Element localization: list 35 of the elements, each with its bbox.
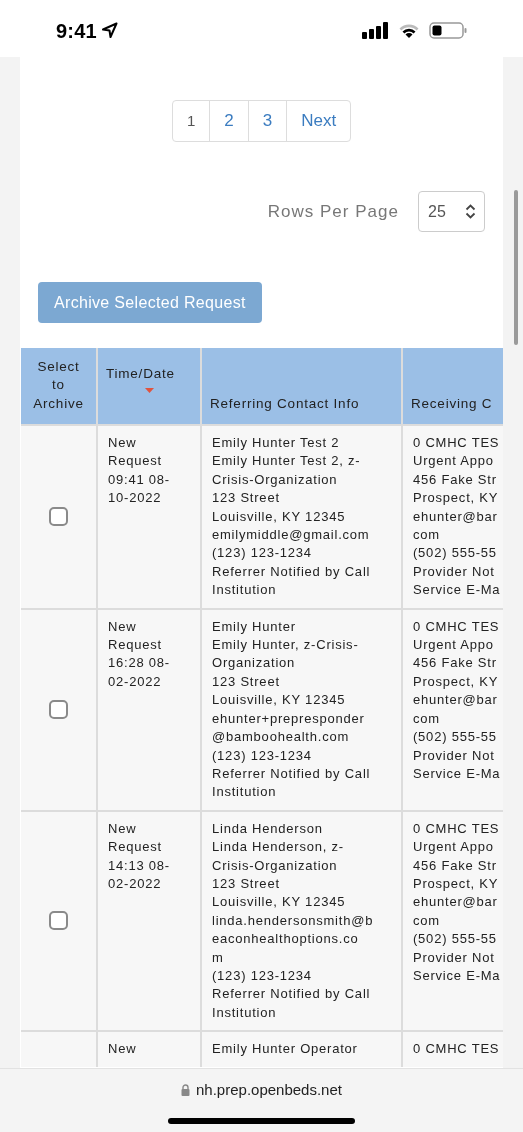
column-header[interactable]: Time/Date (97, 348, 201, 425)
column-header[interactable]: Referring Contact Info (201, 348, 402, 425)
scrollbar[interactable] (514, 190, 518, 345)
column-header[interactable]: Receiving C (402, 348, 503, 425)
referring-contact-text: Emily Hunter Emily Hunter, z-Crisis- Organization 123 Street Louisville, KY 12345 ehunter+prepresponder @bamboohealth.com (123) 123-1234 Referrer Notified by Call Institution (212, 617, 372, 802)
page-link[interactable]: 3 (247, 101, 287, 141)
receiving-contact-text: 0 CMHC TES Urgent Appo 456 Fake Str Prospect, KY ehunter@bar com (502) 555-55 Provider Not Service E-Ma (413, 617, 502, 783)
lock-icon (181, 1084, 190, 1097)
clock-time: 9:41 (56, 18, 97, 44)
rows-per-page-select[interactable]: 25 (418, 191, 485, 232)
time-date-text: New (108, 1040, 138, 1059)
battery-icon (429, 22, 467, 39)
referring-contact-text: Emily Hunter Operator (212, 1040, 359, 1059)
checkbox[interactable] (49, 700, 68, 720)
rows-per-page-label: Rows Per Page (267, 200, 399, 223)
referring-contact-text: Linda Henderson Linda Henderson, z- Crisis-Organization 123 Street Louisville, KY 12345 linda.hendersonsmith@b eaconhealthoptions.co m (123) 123-1234 Referrer Notified by Call Institution (212, 819, 375, 1022)
page-link[interactable]: Next (286, 101, 351, 141)
receiving-contact-text: 0 CMHC TES (413, 1040, 501, 1059)
time-date-text: New Request 14:13 08- 02-2022 (108, 819, 171, 893)
referring-contact-text: Emily Hunter Test 2 Emily Hunter Test 2, z- Crisis-Organization 123 Street Louisville, KY 12345 emilymiddle@gmail.com (123) 123-1234 Referrer Notified by Call Institution (212, 434, 372, 600)
wifi-icon (398, 22, 420, 39)
column-header[interactable]: Select to Archive (21, 348, 97, 425)
page-link[interactable]: 1 (172, 101, 210, 141)
sort-caret-icon (144, 387, 154, 393)
location-arrow-icon (100, 22, 118, 39)
time-date-text: New Request 16:28 08- 02-2022 (108, 617, 171, 691)
page-link[interactable]: 2 (209, 101, 248, 141)
time-date-text: New Request 09:41 08- 10-2022 (108, 434, 171, 508)
chevron-updown-icon (465, 204, 476, 219)
receiving-contact-text: 0 CMHC TES Urgent Appo 456 Fake Str Prospect, KY ehunter@bar com (502) 555-55 Provider Not Service E-Ma (413, 434, 502, 600)
receiving-contact-text: 0 CMHC TES Urgent Appo 456 Fake Str Prospect, KY ehunter@bar com (502) 555-55 Provider Not Service E-Ma (413, 819, 502, 985)
checkbox[interactable] (49, 911, 68, 931)
url-text[interactable]: nh.prep.openbeds.net (196, 1079, 342, 1102)
checkbox[interactable] (49, 507, 68, 527)
signal-icon (362, 22, 389, 39)
